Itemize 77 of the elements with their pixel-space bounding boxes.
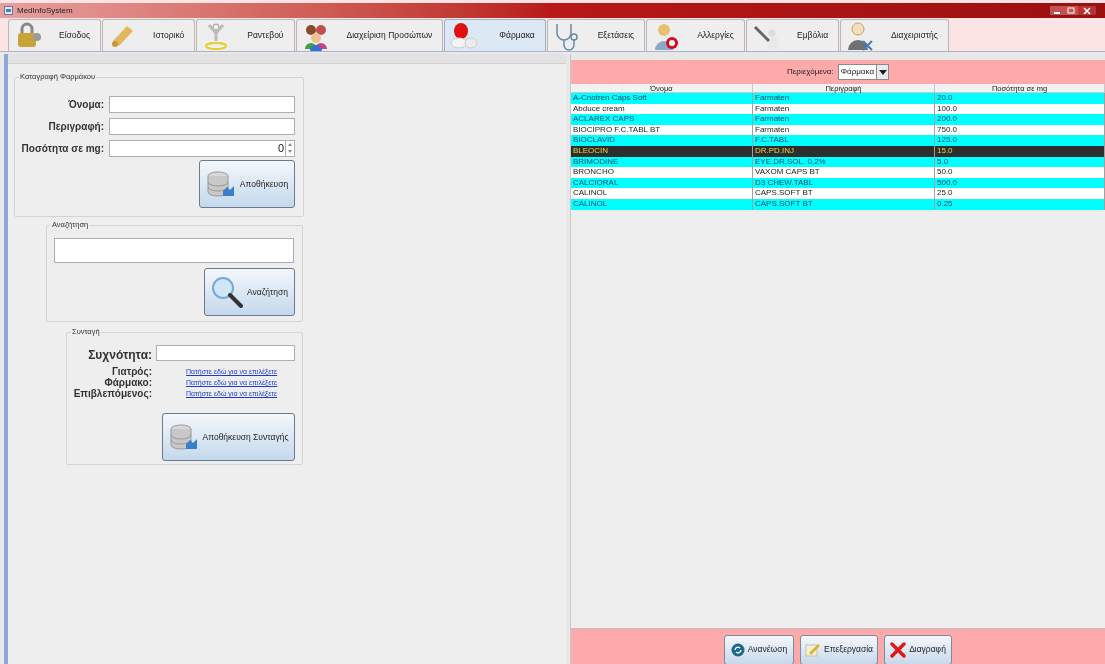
field-label: Φάρμακο:: [104, 377, 152, 388]
table-cell: F.C.TABL: [753, 135, 935, 146]
tab[interactable]: Αλλεργίες: [646, 19, 745, 51]
user-tools-icon: [845, 20, 876, 51]
save-button[interactable]: Αποθήκευση: [199, 160, 295, 208]
contents-dropdown[interactable]: Φάρμακα: [837, 64, 889, 80]
action-button[interactable]: Επεξεργασία: [800, 634, 878, 664]
table-row[interactable]: BIOCIPRO F.C.TABL BT Farmaten 750.0: [571, 124, 1105, 136]
save-prescription-button[interactable]: Αποθήκευση Συνταγής: [162, 413, 295, 461]
action-button[interactable]: Διαγραφή: [884, 634, 952, 664]
table-row[interactable]: BRIMODINE EYE.DR.SOL. 0,2% 5.0: [571, 156, 1105, 168]
database-icon: [168, 422, 199, 452]
field-label: Ποσότητα σε mg:: [21, 142, 104, 156]
table-cell: Farmaten: [753, 114, 935, 125]
table-row[interactable]: CALINOL CAPS.SOFT BT 0.25: [571, 198, 1105, 210]
field-label: Γιατρός:: [112, 366, 152, 377]
field-label: Όνομα:: [68, 98, 104, 112]
field-label: Συχνότητα:: [88, 347, 152, 364]
table-cell: Farmaten: [753, 93, 935, 104]
spin-down-icon[interactable]: [286, 148, 294, 155]
search-field[interactable]: [54, 238, 294, 263]
table-cell: CALINOL: [571, 188, 753, 199]
table-cell: BRONCHO: [571, 167, 753, 178]
maximize-icon[interactable]: [1064, 6, 1078, 15]
table-cell: ACLAREX CAPS: [571, 114, 753, 125]
pills-icon: [449, 20, 480, 51]
table-cell: 15.0: [935, 145, 1105, 157]
table-row[interactable]: BIOCLAVID F.C.TABL 125.0: [571, 135, 1105, 146]
action-button[interactable]: Ανανέωση: [724, 634, 794, 664]
field-label: Επιβλεπόμενος:: [73, 388, 152, 399]
search-button[interactable]: Αναζήτηση: [204, 268, 295, 316]
table-cell: BLEOCIN: [571, 145, 753, 157]
database-icon: [205, 169, 236, 199]
delete-icon: [890, 641, 907, 658]
table-row[interactable]: Abduce cream Farmaten 100.0: [571, 103, 1105, 115]
tab[interactable]: Ιστορικό: [102, 19, 196, 51]
description-field[interactable]: [109, 118, 295, 135]
tab[interactable]: Διαχειριστής: [840, 19, 949, 51]
table-row[interactable]: A-Cnotren Caps Soft Farmaten 20.0: [571, 93, 1105, 104]
table-cell: 125.0: [935, 135, 1105, 146]
table-cell: A-Cnotren Caps Soft: [571, 93, 753, 104]
tab[interactable]: Είσοδος: [8, 19, 102, 51]
contents-label: Περιεχόμενα:: [787, 66, 834, 78]
quantity-spinner[interactable]: 0: [109, 140, 295, 157]
table-row[interactable]: BRONCHO VAXOM CAPS BT 50.0: [571, 167, 1105, 178]
tab[interactable]: Ραντεβού: [196, 19, 295, 51]
app-icon: [4, 6, 13, 15]
table-cell: 20.0: [935, 93, 1105, 104]
name-field[interactable]: [109, 96, 295, 113]
refresh-icon: [730, 642, 745, 657]
table-cell: CAPS.SOFT BT: [753, 188, 935, 199]
field-label: Περιγραφή:: [48, 120, 104, 134]
window-title: MedInfoSystem: [17, 6, 73, 15]
table-cell: DR.PD.INJ: [753, 145, 935, 157]
table-cell: 25.0: [935, 188, 1105, 199]
minimize-icon[interactable]: [1050, 6, 1064, 15]
frequency-field[interactable]: [156, 345, 295, 361]
tab[interactable]: Εξετάσεις: [546, 19, 646, 51]
table-row[interactable]: CALINOL CAPS.SOFT BT 25.0: [571, 188, 1105, 199]
table-cell: 0.25: [935, 198, 1105, 210]
table-row[interactable]: CALCIORAL D3 CHEW.TABL 500.0: [571, 177, 1105, 189]
close-icon[interactable]: [1078, 6, 1096, 15]
tab[interactable]: Φάρμακα: [444, 19, 546, 51]
pencil-icon: [805, 642, 821, 657]
spin-up-icon[interactable]: [286, 141, 294, 148]
table-cell: BIOCLAVID: [571, 135, 753, 146]
tab[interactable]: Διαχείριση Προσώπων: [295, 19, 444, 51]
dropdown-arrow-icon: [878, 69, 887, 75]
tab[interactable]: Εμβόλια: [745, 19, 840, 51]
table-row[interactable]: ACLAREX CAPS Farmaten 200.0: [571, 114, 1105, 125]
table-cell: 200.0: [935, 114, 1105, 125]
search-icon: [210, 276, 243, 308]
table-row[interactable]: BLEOCIN DR.PD.INJ 15.0: [571, 145, 1105, 157]
table-cell: 50.0: [935, 167, 1105, 178]
table-cell: VAXOM CAPS BT: [753, 167, 935, 178]
table-cell: CALINOL: [571, 198, 753, 210]
table-cell: CAPS.SOFT BT: [753, 198, 935, 210]
